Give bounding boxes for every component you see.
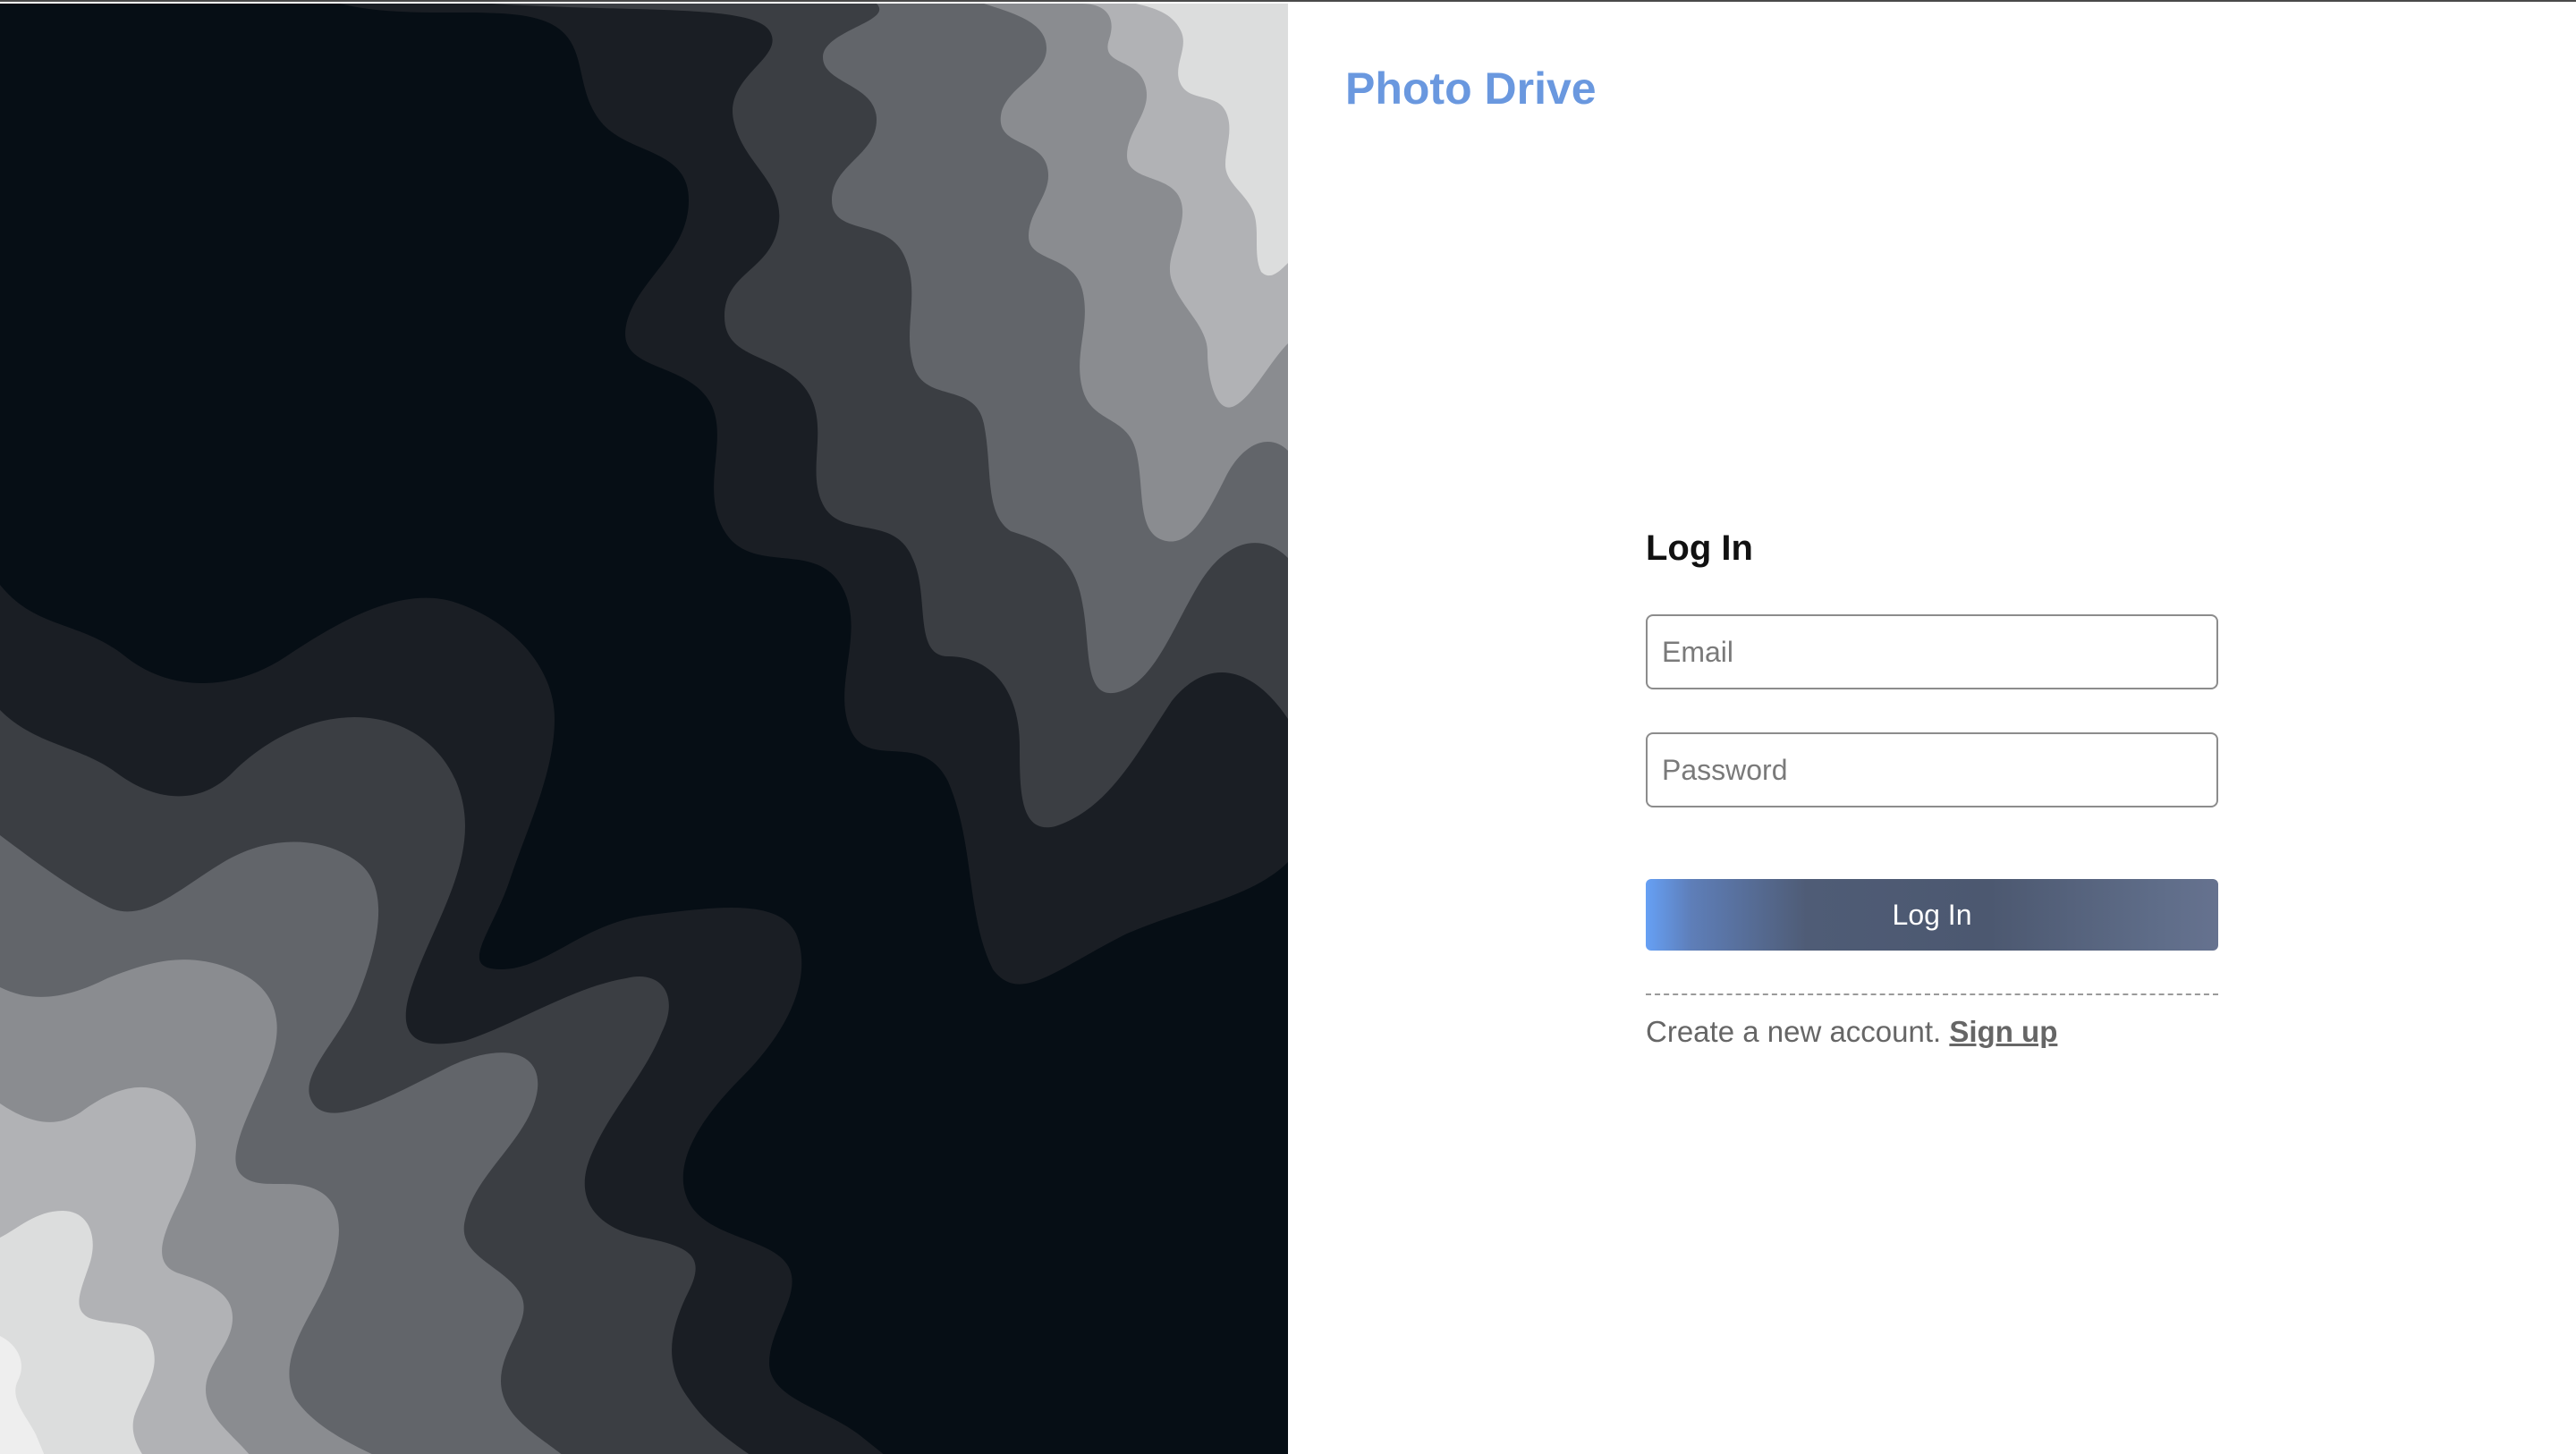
password-field[interactable] <box>1646 732 2218 807</box>
wave-illustration <box>0 4 1288 1454</box>
signup-row: Create a new account. Sign up <box>1646 1015 2218 1049</box>
email-field[interactable] <box>1646 614 2218 689</box>
brand-logo-text: Photo Drive <box>1345 63 1597 114</box>
login-title: Log In <box>1646 528 1753 568</box>
signup-prompt-text: Create a new account. <box>1646 1015 1942 1048</box>
signup-link[interactable]: Sign up <box>1949 1015 2057 1048</box>
decorative-wave-artwork <box>0 4 1288 1454</box>
dashed-divider <box>1646 993 2218 995</box>
login-button[interactable]: Log In <box>1646 879 2218 951</box>
login-page: Photo Drive Log In Log In Create a new a… <box>0 0 2576 1454</box>
login-form: Log In Log In Create a new account. Sign… <box>1646 520 2218 1049</box>
